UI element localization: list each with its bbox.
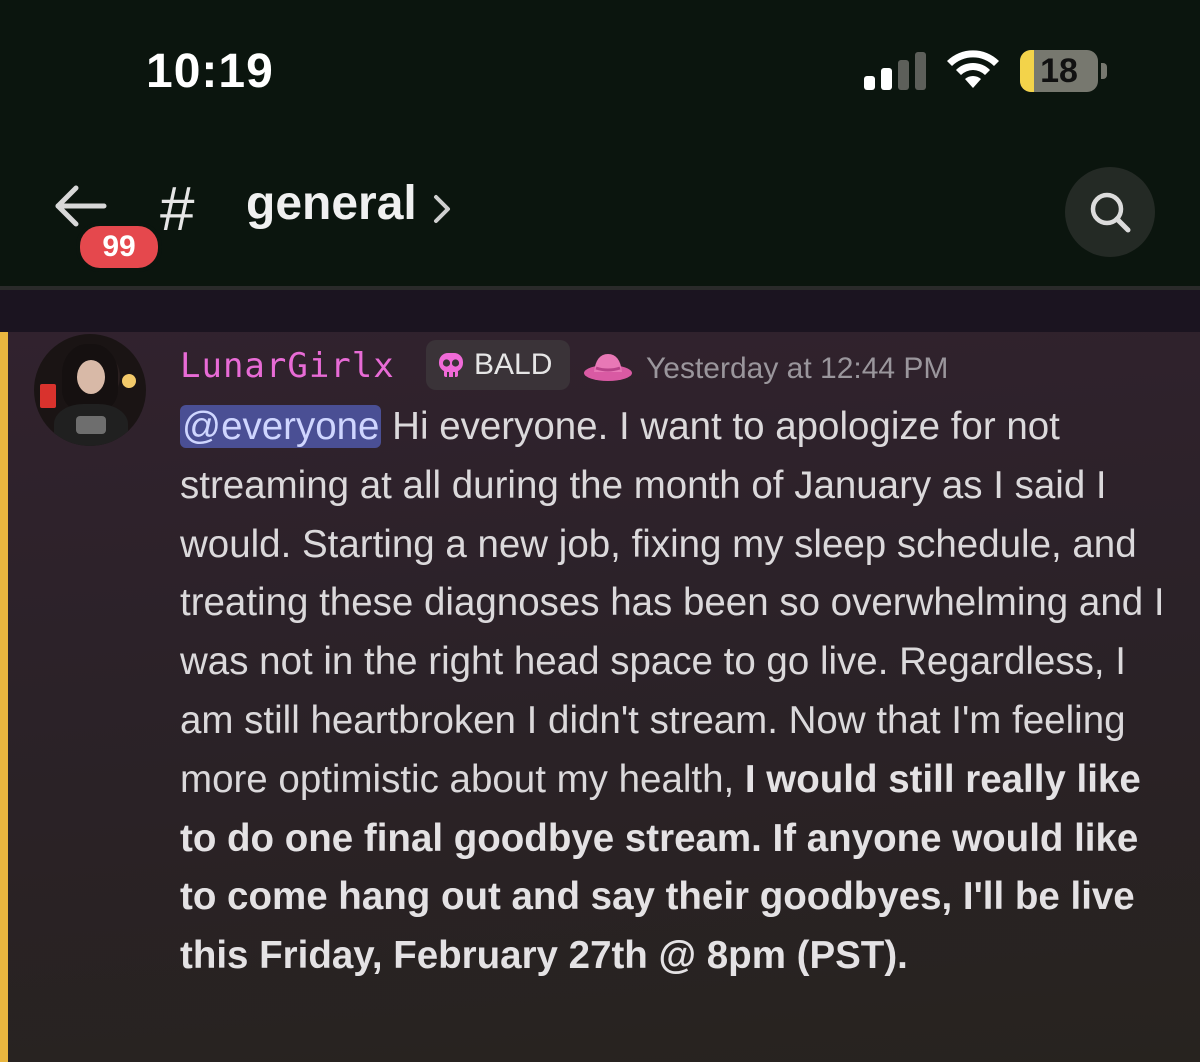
channel-hash-icon: # — [160, 175, 195, 244]
skull-icon — [439, 353, 463, 377]
message-text: Hi everyone. I want to apologize for not… — [180, 405, 1165, 801]
screen: 10:19 18 99 # general LunarGirlx BALD Ye… — [0, 0, 1200, 1062]
channel-name[interactable]: general — [246, 176, 417, 231]
wifi-icon — [947, 50, 999, 88]
role-tag[interactable]: BALD — [426, 340, 570, 390]
status-time: 10:19 — [146, 45, 274, 98]
cowboy-hat-icon — [584, 354, 632, 381]
battery-icon: 18 — [1020, 50, 1098, 92]
battery-nub — [1101, 63, 1107, 79]
message-item[interactable]: LunarGirlx BALD Yesterday at 12:44 PM @e… — [0, 332, 1200, 1062]
channel-header: 99 # general — [0, 150, 1200, 286]
cellular-signal-icon — [864, 52, 926, 90]
search-button[interactable] — [1065, 167, 1155, 257]
battery-level: 18 — [1040, 52, 1078, 90]
message-content: @everyone Hi everyone. I want to apologi… — [180, 398, 1170, 986]
message-list-gap — [0, 290, 1200, 332]
status-bar: 10:19 18 — [0, 0, 1200, 150]
avatar[interactable] — [34, 334, 146, 446]
message-author[interactable]: LunarGirlx — [180, 346, 395, 386]
message-timestamp: Yesterday at 12:44 PM — [646, 352, 949, 385]
role-label: BALD — [474, 348, 553, 381]
mention-highlight-bar — [0, 332, 8, 1062]
unread-badge: 99 — [76, 222, 162, 272]
everyone-mention[interactable]: @everyone — [180, 405, 382, 448]
search-icon — [1090, 192, 1131, 233]
chevron-right-icon[interactable] — [432, 194, 452, 224]
